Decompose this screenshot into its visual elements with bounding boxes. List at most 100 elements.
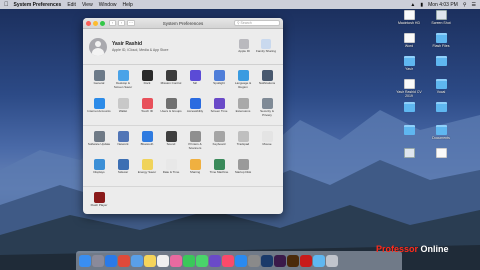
desktop-item[interactable]: Yasir [394,56,424,71]
spotlight-menu-icon[interactable]: ⚲ [463,2,467,8]
desktop-item[interactable]: Word [394,33,424,48]
pref-pane-calendar[interactable]: Date & Time [159,157,183,185]
pref-pane-at[interactable]: Internet Accounts [87,96,111,124]
pref-pane-mouse[interactable]: Mouse [255,129,279,157]
pref-pane-time-machine[interactable]: Time Machine [207,157,231,185]
pref-pane-users[interactable]: Users & Groups [159,96,183,124]
menu-help[interactable]: Help [122,2,132,8]
menu-edit[interactable]: Edit [67,2,76,8]
family-sharing-button[interactable]: Family Sharing [255,39,277,54]
pref-pane-accessibility[interactable]: Accessibility [183,96,207,124]
chrome-icon[interactable] [118,254,130,267]
pref-pane-flash[interactable]: Flash Player [87,190,111,214]
menu-app-name[interactable]: System Preferences [14,2,62,8]
users-icon [165,98,177,109]
trash-icon[interactable] [326,254,338,267]
desktop-item[interactable] [394,148,424,159]
close-button[interactable] [86,20,91,26]
mail-icon[interactable] [131,254,143,267]
flash-icon [93,192,105,203]
minimize-button[interactable] [93,20,98,26]
desktop-item[interactable] [394,125,424,136]
facetime-icon[interactable] [183,254,195,267]
desktop-item[interactable] [426,148,456,159]
mouse-icon [261,131,273,142]
wifi-icon[interactable]: ▲ [410,2,415,8]
bulb-icon [141,159,153,170]
pref-pane-label: Printers & Scanners [188,142,202,150]
messages-icon[interactable] [196,254,208,267]
accessibility-icon [189,98,201,109]
pref-pane-disk[interactable]: Startup Disk [231,157,255,185]
control-menu-icon[interactable]: ☰ [472,2,476,8]
illustrator-icon[interactable] [287,254,299,267]
pref-pane-gear[interactable]: Software Update [87,129,111,157]
prefs-section: Software Update Network Bluetooth Sound Prin… [83,126,283,187]
back-button[interactable]: ‹ [109,20,116,26]
desktop-item[interactable]: Flash Files [426,33,456,48]
app-store-icon[interactable] [235,254,247,267]
apple-menu-icon[interactable]:  [4,2,9,8]
pref-pane-general[interactable]: General [87,68,111,96]
pref-pane-sidecar[interactable]: Sidecar [111,157,135,185]
pref-pane-bulb[interactable]: Energy Saver [135,157,159,185]
account-header[interactable]: Yasir Rashid Apple ID, iCloud, Media & A… [83,29,283,65]
pref-pane-label: Accessibility [186,109,204,113]
desktop-item[interactable]: Screen Shot [426,10,456,25]
pref-pane-trackpad[interactable]: Trackpad [231,129,255,157]
pref-pane-keyboard[interactable]: Keyboard [207,129,231,157]
zoom-button[interactable] [100,20,105,26]
forward-button[interactable]: › [118,20,125,26]
pref-pane-network[interactable]: Network [111,129,135,157]
pref-pane-house[interactable]: Security & Privacy [255,96,279,124]
launchpad-icon[interactable] [92,254,104,267]
imovie-icon[interactable] [209,254,221,267]
apple-id-button[interactable]: Apple ID [233,39,255,54]
desktop-item[interactable]: Documents [426,125,456,140]
pref-pane-sharing[interactable]: Sharing [183,157,207,185]
search-input[interactable]: ⚲ Search [234,20,280,26]
pref-pane-hourglass[interactable]: Screen Time [207,96,231,124]
notes-icon[interactable] [144,254,156,267]
pref-pane-printer[interactable]: Printers & Scanners [183,129,207,157]
document-icon [403,33,415,43]
desktop-item[interactable] [394,102,424,113]
pref-pane-spotlight[interactable]: Spotlight [207,68,231,96]
pref-pane-siri[interactable]: Siri [183,68,207,96]
account-subtitle: Apple ID, iCloud, Media & App Store [112,48,169,52]
desktop-item[interactable]: Macintosh HD [394,10,424,25]
premiere-icon[interactable] [274,254,286,267]
pref-pane-globe[interactable]: Language & Region [231,68,255,96]
music-icon[interactable] [222,254,234,267]
pref-pane-dock[interactable]: Dock [135,68,159,96]
avatar[interactable] [89,37,107,56]
desktop-item[interactable]: Yasir Rashid CV 2019 [394,79,424,98]
battery-icon[interactable]: ▮ [420,2,423,8]
safari-icon[interactable] [105,254,117,267]
folder-icon [435,33,447,43]
pref-pane-puzzle[interactable]: Extensions [231,96,255,124]
pref-pane-wallet[interactable]: Wallet [111,96,135,124]
show-all-button[interactable]: ⋯ [127,20,135,26]
menu-window[interactable]: Window [99,2,117,8]
photoshop-icon[interactable] [261,254,273,267]
acrobat-icon[interactable] [300,254,312,267]
reminders-icon[interactable] [157,254,169,267]
menu-view[interactable]: View [82,2,93,8]
menu-clock[interactable]: Mon 4:03 PM [428,2,458,8]
folder-icon[interactable] [313,254,325,267]
pref-pane-display[interactable]: Displays [87,157,111,185]
pref-pane-fingerprint[interactable]: Touch ID [135,96,159,124]
pref-pane-bluetooth[interactable]: Bluetooth [135,129,159,157]
pref-pane-notifications[interactable]: Notifications [255,68,279,96]
pref-pane-label: Internet Accounts [87,109,111,113]
desktop-item[interactable]: Vocal [426,79,456,94]
pref-pane-desktop[interactable]: Desktop & Screen Saver [111,68,135,96]
system-prefs-icon[interactable] [248,254,260,267]
pref-pane-mission-control[interactable]: Mission Control [159,68,183,96]
desktop-item[interactable] [426,102,456,113]
pref-pane-speaker[interactable]: Sound [159,129,183,157]
desktop-item[interactable] [426,56,456,67]
photos-icon[interactable] [170,254,182,267]
finder-icon[interactable] [79,254,91,267]
